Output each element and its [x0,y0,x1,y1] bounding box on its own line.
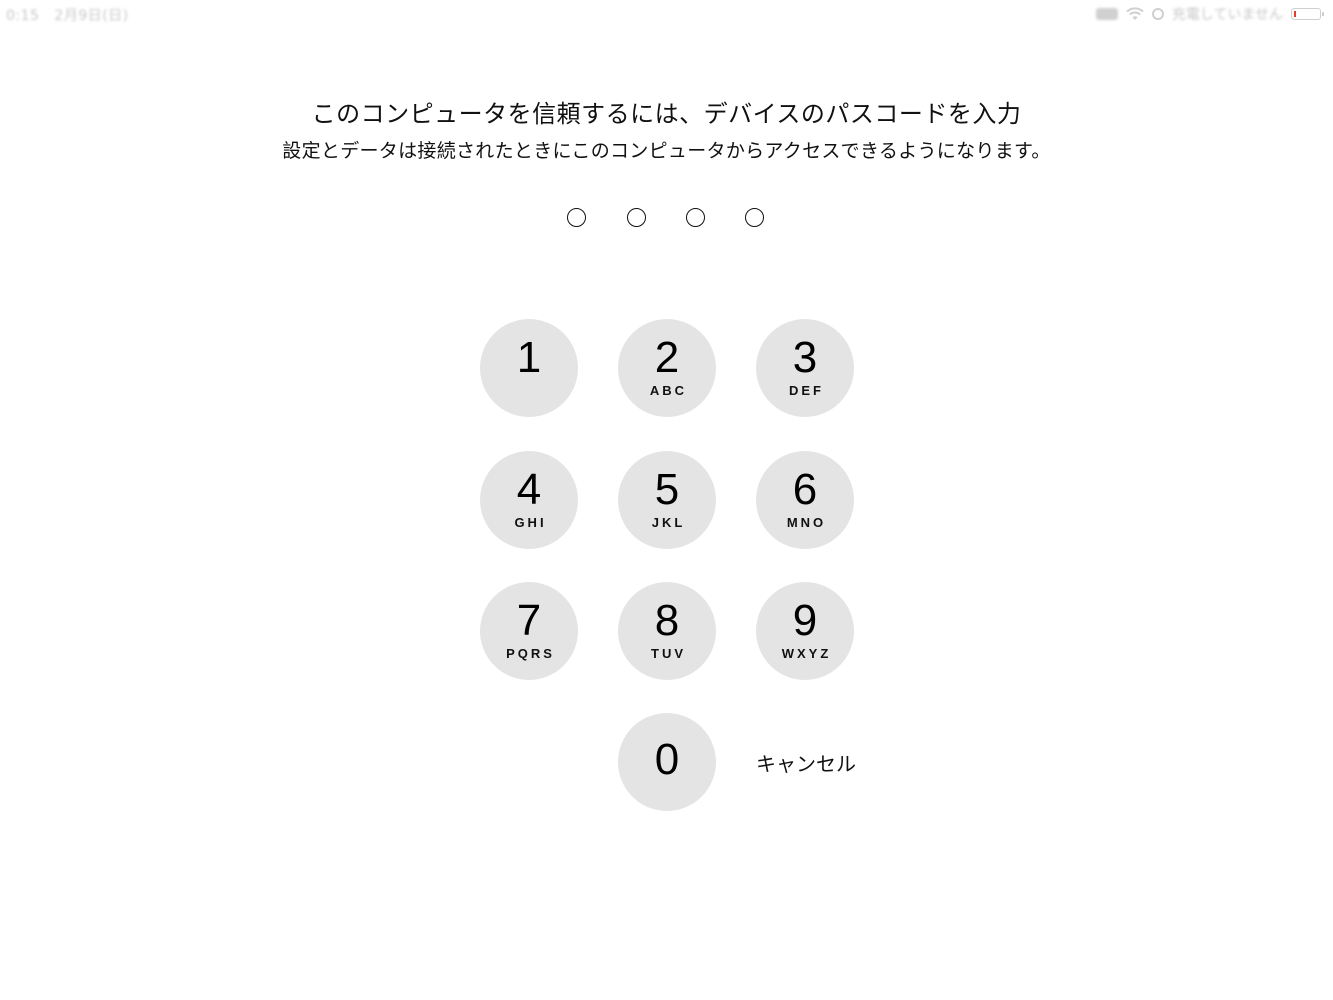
orientation-lock-icon [1151,8,1164,20]
key-letters: MNO [786,515,827,530]
key-letters: TUV [651,646,686,661]
key-5[interactable]: 5 JKL [618,451,716,549]
key-0[interactable]: 0 [618,713,716,811]
key-9[interactable]: 9 WXYZ [756,582,854,680]
passcode-dot [745,208,764,227]
key-digit: 3 [792,333,818,382]
key-letters: PQRS [506,646,555,661]
key-digit: 9 [792,596,818,645]
status-date: 2月9日(日) [54,8,129,24]
key-4[interactable]: 4 GHI [480,451,578,549]
key-digit: 7 [516,596,542,645]
passcode-dot [627,208,646,227]
key-1[interactable]: 1 [480,319,578,417]
key-6[interactable]: 6 MNO [756,451,854,549]
key-7[interactable]: 7 PQRS [480,582,578,680]
status-right: 充電していません [1095,4,1324,24]
key-letters: DEF [789,383,824,398]
signal-icon [1095,8,1118,20]
battery-level [1294,10,1296,17]
status-left: 0:15 2月9日(日) [6,5,139,25]
prompt-subtitle: 設定とデータは接続されたときにこのコンピュータからアクセスできるようになります。 [282,140,1051,162]
charging-status: 充電していません [1171,7,1283,23]
key-3[interactable]: 3 DEF [756,319,854,417]
status-bar: 0:15 2月9日(日) 充電していません [0,0,1333,28]
battery-icon [1291,8,1324,20]
key-letters: ABC [649,383,688,398]
prompt-title: このコンピュータを信頼するには、デバイスのパスコードを入力 [311,100,1022,128]
key-letters: WXYZ [781,646,832,661]
key-digit: 5 [654,465,680,514]
cancel-button[interactable]: キャンセル [756,748,856,777]
key-digit: 8 [654,596,680,645]
key-letters: JKL [651,515,686,530]
status-time: 0:15 [6,8,40,24]
key-2[interactable]: 2 ABC [618,319,716,417]
key-digit: 6 [792,465,818,514]
passcode-dot [686,208,705,227]
key-digit: 0 [654,735,680,784]
key-digit: 4 [516,465,542,514]
key-8[interactable]: 8 TUV [618,582,716,680]
passcode-screen: 0:15 2月9日(日) 充電していません このコンピュータを信頼するには、デバ… [0,0,1333,1000]
key-digit: 1 [516,333,542,382]
key-letters: GHI [514,515,547,530]
wifi-icon [1126,7,1144,21]
passcode-dot [567,208,586,227]
key-digit: 2 [654,333,680,382]
passcode-dots [567,208,767,230]
